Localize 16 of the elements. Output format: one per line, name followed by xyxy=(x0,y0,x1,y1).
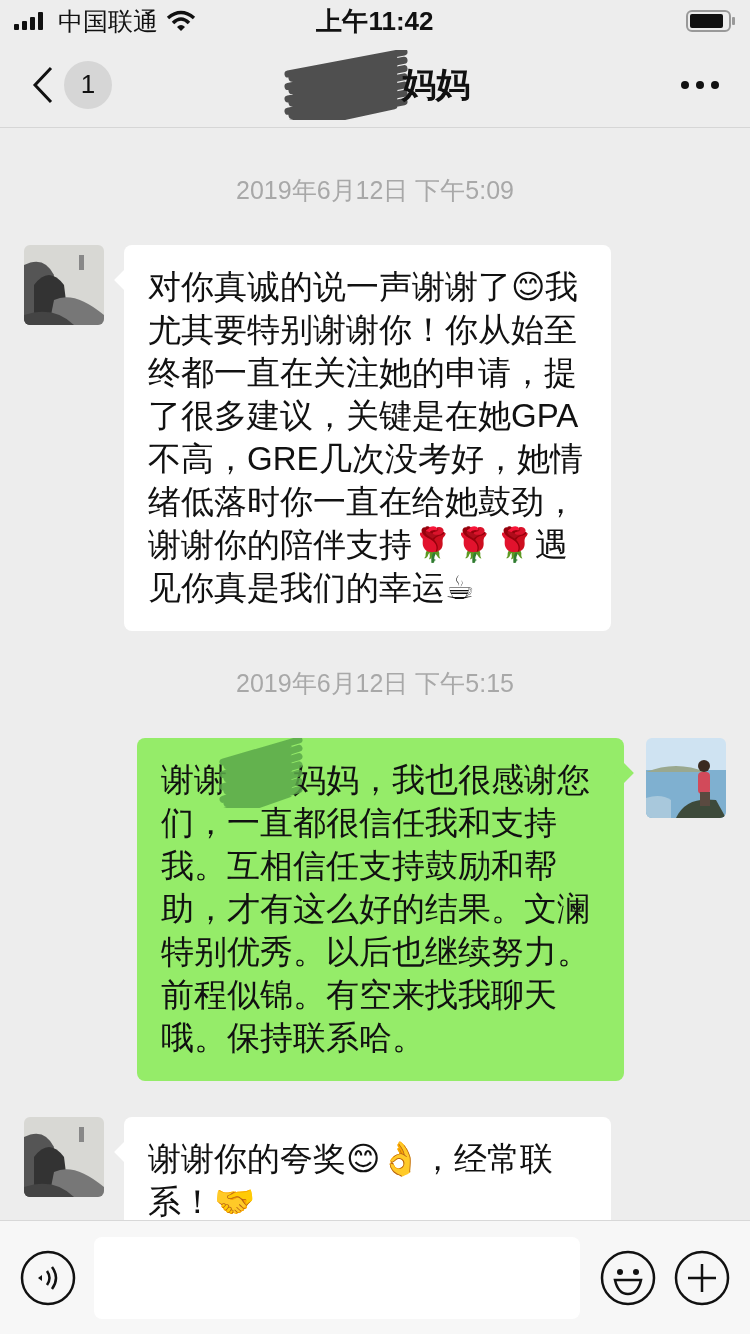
timestamp: 2019年6月12日 下午5:09 xyxy=(235,175,515,206)
wifi-icon xyxy=(166,10,196,32)
status-time: 上午11:42 xyxy=(316,4,434,38)
message-text: 对你真诚的说一声谢谢了😊我尤其要特别谢谢你！你从始至终都一直在关注她的申请，提了很多建议，关键是在她GPA不高，GRE几次没考好，她情绪低落时你一直在给她鼓劲，谢谢你的陪伴支持🌹🌹🌹遇见你真是我们的幸运☕ xyxy=(148,267,584,608)
battery-icon xyxy=(686,10,736,32)
plus-icon[interactable] xyxy=(674,1249,730,1306)
timestamp: 2019年6月12日 下午5:15 xyxy=(235,668,515,699)
more-icon[interactable] xyxy=(680,79,720,90)
back-icon[interactable] xyxy=(32,65,54,104)
emoji-icon[interactable] xyxy=(600,1249,656,1306)
unread-count-badge: 1 xyxy=(64,60,112,109)
carrier-name: 中国联通 xyxy=(58,5,158,37)
message-text: 谢谢你的夸奖😊👌，经常联系！🤝 xyxy=(148,1139,555,1220)
chat-title: 妈妈 xyxy=(402,63,470,105)
voice-icon[interactable] xyxy=(20,1249,76,1306)
message-text: 谢谢 妈妈，我也很感谢您们，一直都很信任我和支持我。互相信任支持鼓励和帮助，才有这么好的结果。文澜特别优秀。以后也继续努力。前程似锦。有空来找我聊天哦。保持联系哈。 xyxy=(161,760,592,1058)
